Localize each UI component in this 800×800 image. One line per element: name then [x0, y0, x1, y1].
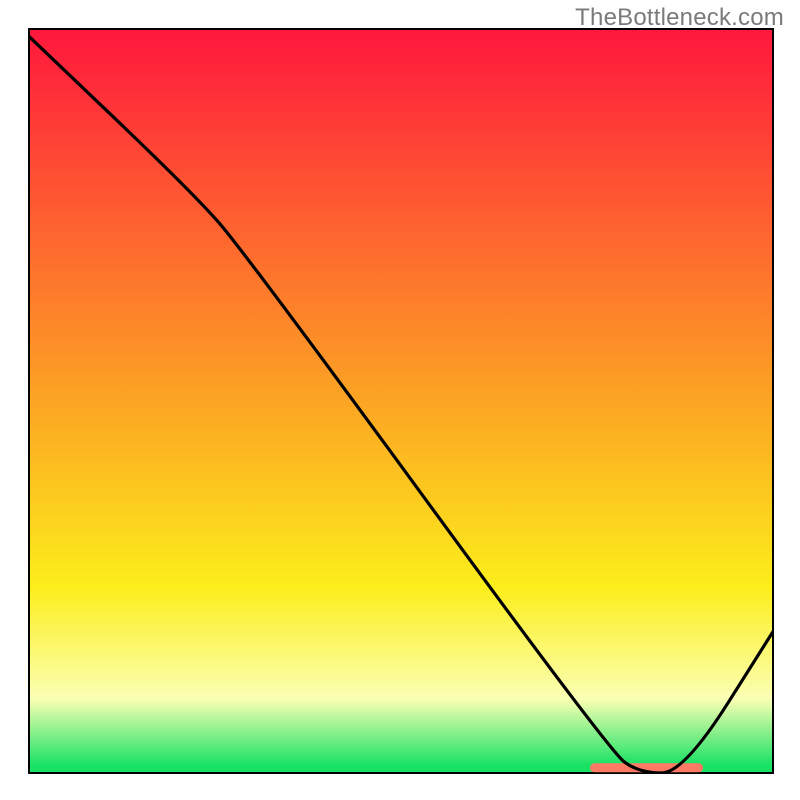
chart-container: { "watermark": "TheBottleneck.com", "col…	[0, 0, 800, 800]
chart-svg	[0, 0, 800, 800]
watermark-text: TheBottleneck.com	[575, 4, 784, 32]
gradient-background	[29, 29, 773, 773]
